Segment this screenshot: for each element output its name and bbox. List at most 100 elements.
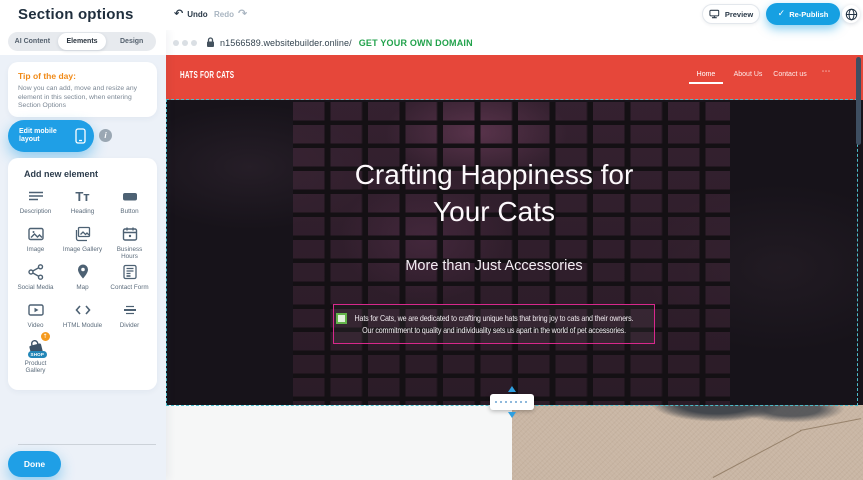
tab-ai-content[interactable]: AI Content xyxy=(8,32,57,51)
republish-button[interactable]: ✓ Re-Publish xyxy=(766,3,840,25)
browser-dots-icon xyxy=(173,40,197,46)
tab-elements[interactable]: Elements xyxy=(58,33,107,50)
map-icon xyxy=(74,262,92,281)
site-logo[interactable]: HATS FOR CATS xyxy=(180,70,234,81)
preview-scrollbar-thumb[interactable] xyxy=(856,57,861,145)
element-item-label: Video xyxy=(15,322,57,329)
business-hours-icon xyxy=(121,224,139,243)
element-item-label: Image xyxy=(15,246,57,253)
mobile-phone-icon xyxy=(75,128,86,144)
tip-body: Now you can add, move and resize any ele… xyxy=(18,85,150,111)
preview-button[interactable]: Preview xyxy=(702,4,760,24)
nav-home[interactable]: Home xyxy=(691,71,721,78)
nav-active-underline xyxy=(689,82,723,84)
website-builder-app: Section options ↶ Undo Redo ↷ Preview ✓ … xyxy=(0,0,863,480)
redo-icon: ↷ xyxy=(238,9,247,19)
nav-more-icon[interactable]: ⋯ xyxy=(819,67,833,77)
site-preview: HATS FOR CATS Home About Us Contact us ⋯… xyxy=(166,55,863,480)
site-url: n1566589.websitebuilder.online/ xyxy=(220,38,352,48)
product-gallery-icon: SHOP ↑ xyxy=(24,338,48,357)
heading-icon: Tт xyxy=(75,186,89,205)
hero-paragraph-line: Our commitment to quality and individual… xyxy=(362,324,626,336)
sidebar: AI Content Elements Design Tip of the da… xyxy=(0,30,166,480)
upgrade-badge-icon: ↑ xyxy=(41,332,50,341)
element-item-map[interactable]: Map xyxy=(59,262,106,300)
pavement-joint-line xyxy=(713,430,802,478)
element-item-divider[interactable]: Divider xyxy=(106,300,153,338)
element-item-label: Description xyxy=(15,208,57,215)
cat-photo xyxy=(512,405,863,480)
html-module-icon xyxy=(74,300,92,319)
site-header: HATS FOR CATS Home About Us Contact us ⋯ xyxy=(166,55,863,100)
element-item-video[interactable]: Video xyxy=(12,300,59,338)
get-domain-link[interactable]: GET YOUR OWN DOMAIN xyxy=(359,38,473,48)
lock-icon xyxy=(206,37,215,48)
hero-paragraph-line: Hats for Cats, we are dedicated to craft… xyxy=(355,312,634,324)
element-item-label: Product Gallery xyxy=(15,360,57,374)
element-item-html-module[interactable]: HTML Module xyxy=(59,300,106,338)
resize-handle-dots xyxy=(495,401,529,403)
sidebar-tab-bar: AI Content Elements Design xyxy=(8,32,156,51)
check-icon: ✓ xyxy=(778,9,786,19)
nav-contact-us[interactable]: Contact us xyxy=(765,71,815,78)
element-item-contact-form[interactable]: Contact Form xyxy=(106,262,153,300)
video-icon xyxy=(27,300,45,319)
undo-icon: ↶ xyxy=(174,9,183,19)
add-new-element-title: Add new element xyxy=(24,169,98,179)
image-gallery-icon xyxy=(74,224,92,243)
element-item-business-hours[interactable]: Business Hours xyxy=(106,224,153,262)
element-item-label: Social Media xyxy=(15,284,57,291)
element-item-label: Map xyxy=(62,284,104,291)
contact-form-icon xyxy=(121,262,139,281)
language-globe-button[interactable] xyxy=(842,5,860,23)
tip-of-the-day-card: Tip of the day: Now you can add, move an… xyxy=(8,62,157,117)
resize-arrow-up-icon xyxy=(508,386,516,392)
done-button[interactable]: Done xyxy=(8,451,61,477)
globe-icon xyxy=(845,8,858,21)
redo-button[interactable]: Redo ↷ xyxy=(214,9,247,19)
element-item-image[interactable]: Image xyxy=(12,224,59,262)
monitor-icon xyxy=(709,9,721,19)
sidebar-divider xyxy=(18,444,156,445)
pavement-joint-line xyxy=(800,418,861,431)
button-icon xyxy=(121,186,139,205)
element-item-label: Contact Form xyxy=(109,284,151,291)
element-item-description[interactable]: Description xyxy=(12,186,59,224)
redo-label: Redo xyxy=(214,10,234,19)
element-item-heading[interactable]: Tт Heading xyxy=(59,186,106,224)
hero-content: Crafting Happiness for Your Cats More th… xyxy=(166,100,822,405)
element-item-label: Heading xyxy=(62,208,104,215)
tip-title: Tip of the day: xyxy=(18,71,76,81)
divider-icon xyxy=(121,300,139,319)
page-title: Section options xyxy=(18,6,134,23)
element-item-label: Divider xyxy=(109,322,151,329)
tab-design[interactable]: Design xyxy=(107,32,156,51)
element-item-button[interactable]: Button xyxy=(106,186,153,224)
edit-mobile-layout-label: Edit mobile layout xyxy=(19,128,69,145)
element-item-image-gallery[interactable]: Image Gallery xyxy=(59,224,106,262)
description-icon xyxy=(27,186,45,205)
info-icon[interactable]: i xyxy=(99,129,112,142)
element-grid: Description Tт Heading Button Image Imag… xyxy=(12,186,153,376)
element-item-label: Button xyxy=(109,208,151,215)
text-selection-handle[interactable] xyxy=(336,313,347,324)
undo-label: Undo xyxy=(187,10,207,19)
element-item-label: HTML Module xyxy=(62,322,104,329)
hero-heading: Crafting Happiness for Your Cats xyxy=(166,156,822,230)
shop-tag-label: SHOP xyxy=(28,351,48,358)
element-item-label: Business Hours xyxy=(109,246,151,260)
image-icon xyxy=(27,224,45,243)
element-item-product-gallery[interactable]: SHOP ↑ Product Gallery xyxy=(12,338,59,376)
hero-paragraph-box[interactable]: Hats for Cats, we are dedicated to craft… xyxy=(333,304,655,344)
section-resize-handle[interactable] xyxy=(490,394,534,410)
social-media-icon xyxy=(27,262,45,281)
edit-mobile-layout-button[interactable]: Edit mobile layout xyxy=(8,120,94,152)
element-item-label: Image Gallery xyxy=(62,246,104,253)
hero-subheading: More than Just Accessories xyxy=(166,258,822,274)
hero-section[interactable]: Crafting Happiness for Your Cats More th… xyxy=(166,100,863,405)
browser-bar: n1566589.websitebuilder.online/ GET YOUR… xyxy=(166,30,863,55)
top-bar: Section options ↶ Undo Redo ↷ Preview ✓ … xyxy=(0,0,863,30)
undo-button[interactable]: ↶ Undo xyxy=(174,9,208,19)
republish-label: Re-Publish xyxy=(789,10,828,19)
element-item-social-media[interactable]: Social Media xyxy=(12,262,59,300)
